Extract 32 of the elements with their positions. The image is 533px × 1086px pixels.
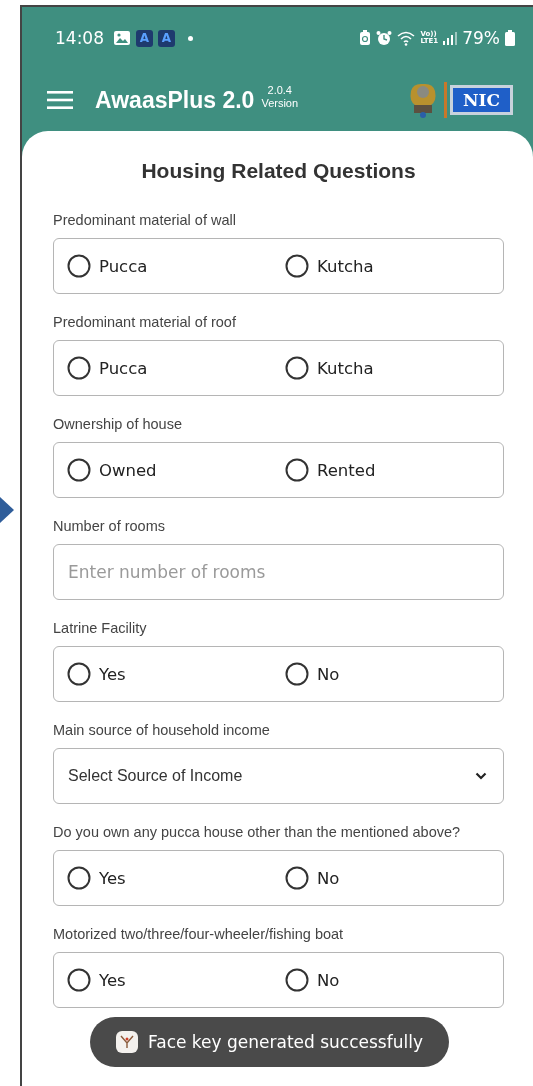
version-label: Version [261,97,299,110]
question-label: Predominant material of roof [53,313,237,331]
battery-percent: 79% [462,28,500,48]
question-label: Number of rooms [53,517,166,535]
app-notification-icon: A [136,29,153,47]
radio-option[interactable]: No [285,968,503,992]
radio-option[interactable]: No [285,662,503,686]
question-label: Ownership of house [53,415,183,433]
status-time: 14:08 [55,28,104,48]
radio-option[interactable]: Yes [67,866,285,890]
version-number: 2.0.4 [267,84,292,97]
radio-option[interactable]: Yes [67,968,285,992]
question-label: Main source of household income [53,721,271,739]
app-title: AwaasPlus 2.0 [95,86,255,114]
radio-option[interactable]: Kutcha [285,254,503,278]
radio-option[interactable]: Yes [67,662,285,686]
question-label: Predominant material of wall [53,211,237,229]
question-label: Latrine Facility [53,619,148,637]
app-notification-icon: A [158,29,175,47]
radio-option[interactable]: Pucca [67,356,285,380]
radio-option[interactable]: Owned [67,458,285,482]
select-dropdown[interactable]: Select Source of Income [53,748,504,804]
question-label: Do you own any pucca house other than the mentioned above? [53,823,462,841]
nic-logo: NIC [449,85,513,115]
radio-option[interactable]: Kutcha [285,356,503,380]
toast-message: Face key generated successfully [90,1017,449,1067]
input-field[interactable]: Enter number of rooms [53,544,504,600]
question-label: Motorized two/three/four-wheeler/fishing boat [53,925,345,943]
radio-option[interactable]: Pucca [67,254,285,278]
radio-option[interactable]: Rented [285,458,503,482]
form-title: Housing Related Questions [140,159,417,183]
radio-option[interactable]: No [285,866,503,890]
